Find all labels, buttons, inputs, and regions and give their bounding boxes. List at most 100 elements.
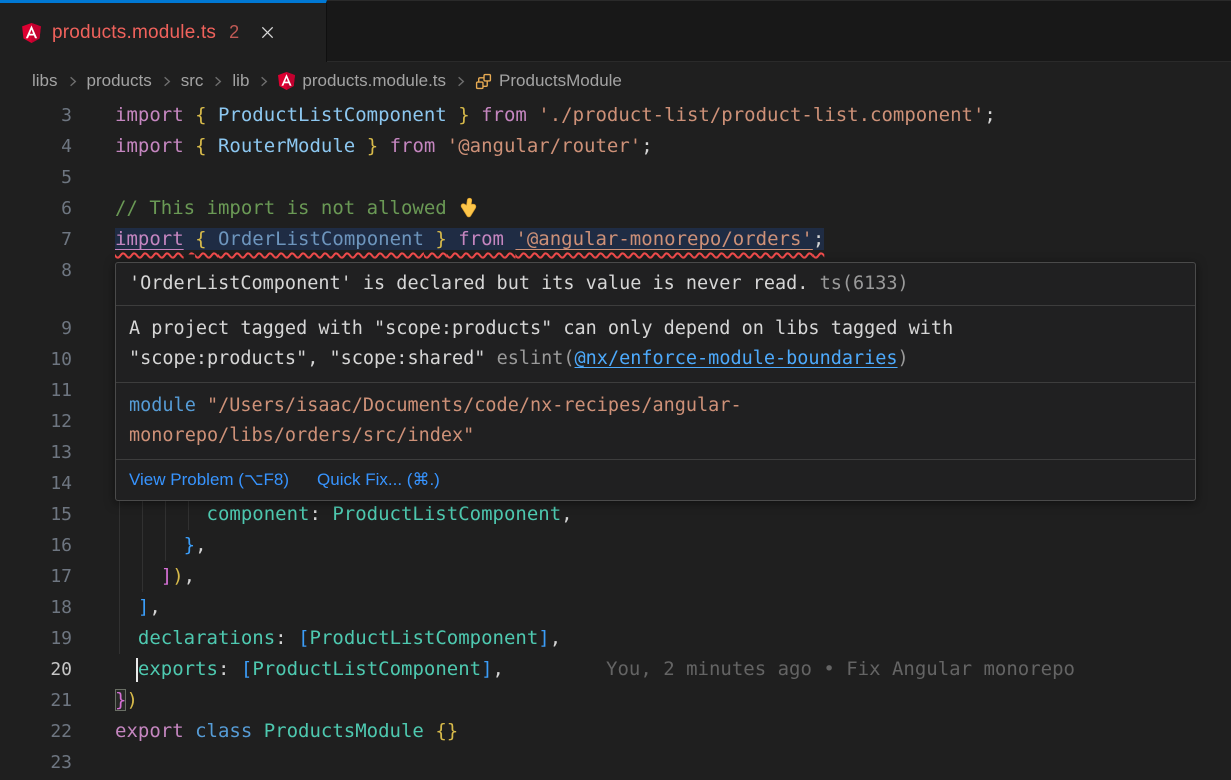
code-line[interactable]: 22export class ProductsModule {} <box>0 716 1231 747</box>
code-line[interactable]: 4import { RouterModule } from '@angular/… <box>0 131 1231 162</box>
angular-file-icon <box>22 23 41 43</box>
code-token: ] <box>538 627 549 649</box>
line-content: export class ProductsModule {} <box>100 716 1231 747</box>
line-number[interactable]: 17 <box>0 561 100 592</box>
indent-guide <box>119 561 120 592</box>
line-content: declarations: [ProductListComponent], <box>100 623 1231 654</box>
line-number[interactable]: 19 <box>0 623 100 654</box>
code-token: } <box>424 228 447 250</box>
line-number[interactable]: 8 <box>0 255 100 286</box>
line-number[interactable]: 12 <box>0 406 100 437</box>
view-problem-action[interactable]: View Problem (⌥F8) <box>129 466 289 494</box>
code-line[interactable]: 17 ]), <box>0 561 1231 592</box>
line-number[interactable]: 20 <box>0 654 100 685</box>
line-number[interactable]: 16 <box>0 530 100 561</box>
code-line[interactable]: 19 declarations: [ProductListComponent], <box>0 623 1231 654</box>
line-number[interactable]: 14 <box>0 468 100 499</box>
code-token: class <box>195 720 264 742</box>
tab-bar-empty-area <box>327 0 1231 62</box>
code-token: import <box>115 104 195 126</box>
line-content: // This import is not allowed <box>100 193 1231 224</box>
code-line[interactable]: 16 }, <box>0 530 1231 561</box>
line-content: exports: [ProductListComponent],You, 2 m… <box>100 654 1231 685</box>
line-content <box>100 162 1231 193</box>
line-number[interactable]: 9 <box>0 313 100 344</box>
breadcrumb-item-src[interactable]: src <box>181 71 204 91</box>
breadcrumb-item-products-module-ts[interactable]: products.module.ts <box>278 71 446 91</box>
breadcrumb: libs products src lib products.module.ts Prod… <box>0 62 1231 100</box>
code-token: } <box>355 135 378 157</box>
code-line[interactable]: 3import { ProductListComponent } from '.… <box>0 100 1231 131</box>
line-number[interactable]: 7 <box>0 224 100 255</box>
line-number[interactable]: 15 <box>0 499 100 530</box>
module-keyword: module <box>129 395 196 416</box>
code-line[interactable]: 21}) <box>0 685 1231 716</box>
code-token <box>115 534 184 556</box>
code-token: [ <box>298 627 309 649</box>
code-token: } <box>447 104 470 126</box>
quick-fix-action[interactable]: Quick Fix... (⌘.) <box>317 466 440 494</box>
code-token: ProductListComponent <box>252 658 481 680</box>
code-line[interactable]: 20 exports: [ProductListComponent],You, … <box>0 654 1231 685</box>
code-token: ProductListComponent <box>332 503 561 525</box>
code-token: , <box>184 565 195 587</box>
code-token: export <box>115 720 195 742</box>
line-content: }) <box>100 685 1231 716</box>
code-line[interactable]: 6 // This import is not allowed <box>0 193 1231 224</box>
breadcrumb-label: products <box>87 71 152 91</box>
code-token: '@angular/router' <box>447 135 641 157</box>
code-token: {} <box>435 720 458 742</box>
eslint-rule-link[interactable]: @nx/enforce-module-boundaries <box>575 348 898 369</box>
code-token: import <box>115 228 184 250</box>
breadcrumb-item-lib[interactable]: lib <box>232 71 249 91</box>
code-line[interactable]: 18 ], <box>0 592 1231 623</box>
chevron-right-icon <box>453 74 468 89</box>
breadcrumb-label: libs <box>32 71 58 91</box>
code-token: , <box>149 596 160 618</box>
line-number[interactable]: 3 <box>0 100 100 131</box>
code-token: from <box>378 135 447 157</box>
line-number[interactable]: 6 <box>0 193 100 224</box>
code-token: ; <box>641 135 652 157</box>
line-number[interactable]: 5 <box>0 162 100 193</box>
breadcrumb-item-libs[interactable]: libs <box>32 71 58 91</box>
code-line[interactable]: 5 <box>0 162 1231 193</box>
code-token: './product-list/product-list.component' <box>538 104 984 126</box>
indent-guide <box>119 530 120 561</box>
indent-guide <box>142 561 143 592</box>
line-number[interactable]: 18 <box>0 592 100 623</box>
indent-guide <box>119 623 120 654</box>
breadcrumb-item-products[interactable]: products <box>87 71 152 91</box>
line-number[interactable]: 21 <box>0 685 100 716</box>
code-token: component <box>207 503 310 525</box>
line-number[interactable]: 22 <box>0 716 100 747</box>
line-number[interactable]: 11 <box>0 375 100 406</box>
angular-file-icon <box>278 72 295 90</box>
symbol-class-icon <box>475 73 492 90</box>
tab-products-module[interactable]: products.module.ts 2 <box>0 0 327 62</box>
code-token: // This import is not allowed <box>115 197 458 219</box>
line-number[interactable]: 4 <box>0 131 100 162</box>
line-content: ]), <box>100 561 1231 592</box>
code-token: ] <box>481 658 492 680</box>
breadcrumb-item-productsmodule[interactable]: ProductsModule <box>475 71 622 91</box>
code-line[interactable]: 7import { OrderListComponent } from '@an… <box>0 224 1231 255</box>
line-number[interactable]: 23 <box>0 747 100 778</box>
code-token: ] <box>138 596 149 618</box>
close-icon[interactable] <box>260 25 275 40</box>
code-token: , <box>561 503 572 525</box>
line-number[interactable]: 10 <box>0 344 100 375</box>
eslint-source-suffix: ) <box>898 348 909 369</box>
line-content: import { RouterModule } from '@angular/r… <box>100 131 1231 162</box>
code-token: , <box>493 658 504 680</box>
code-token: from <box>447 228 516 250</box>
code-token: RouterModule <box>218 135 355 157</box>
indent-guide <box>119 592 120 623</box>
chevron-right-icon <box>256 74 271 89</box>
code-line[interactable]: 23 <box>0 747 1231 778</box>
code-token: } <box>184 534 195 556</box>
code-token: , <box>195 534 206 556</box>
ts-diagnostic-row: 'OrderListComponent' is declared but its… <box>116 263 1195 306</box>
line-number[interactable]: 13 <box>0 437 100 468</box>
code-line[interactable]: 15 component: ProductListComponent, <box>0 499 1231 530</box>
